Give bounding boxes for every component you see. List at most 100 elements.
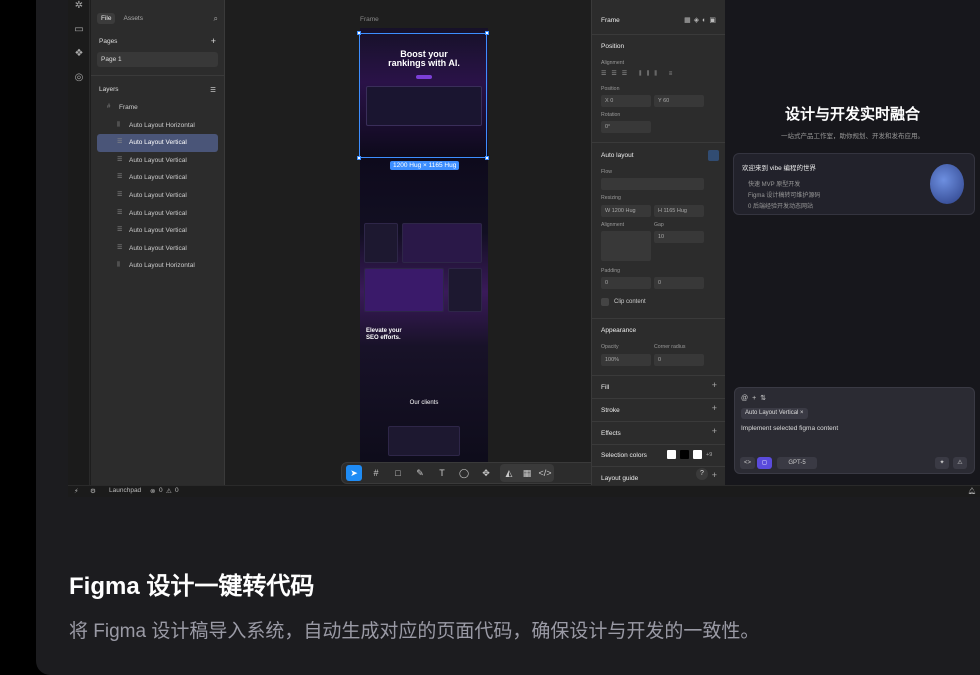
color-swatch[interactable] bbox=[693, 450, 702, 459]
clip-content-checkbox[interactable] bbox=[601, 298, 609, 306]
chat-input-box[interactable]: @+⇅ Auto Layout Vertical × Implement sel… bbox=[734, 387, 975, 474]
tab-file[interactable]: File bbox=[97, 13, 116, 24]
selection-colors-heading: Selection colors bbox=[601, 452, 647, 459]
layer-item[interactable]: ☰ Auto Layout Vertical bbox=[97, 169, 218, 187]
layers-heading: Layers bbox=[99, 86, 119, 93]
y-field[interactable]: Y 60 bbox=[654, 95, 704, 107]
figma-icon[interactable]: ❖ bbox=[73, 48, 85, 60]
screen-icon[interactable]: ▭ bbox=[73, 24, 85, 36]
divider bbox=[592, 444, 726, 445]
layer-item[interactable]: ☰ Auto Layout Vertical bbox=[97, 240, 218, 258]
welcome-title: 欢迎来到 vibe 编程的世界 bbox=[742, 165, 817, 172]
add-layout-guide-icon[interactable]: + bbox=[712, 470, 717, 480]
compass-icon[interactable]: ◎ bbox=[73, 72, 85, 84]
layers-sort-icon[interactable]: ☰ bbox=[210, 86, 216, 94]
frame-tool-icon[interactable]: # bbox=[368, 465, 384, 481]
chat-mode-icon[interactable]: ◻ bbox=[757, 457, 772, 469]
mention-icon[interactable]: @+⇅ bbox=[741, 394, 770, 402]
layer-item[interactable]: ☰ Auto Layout Vertical bbox=[97, 222, 218, 240]
alignment-label: Alignment bbox=[601, 60, 625, 66]
divider bbox=[592, 142, 726, 143]
layer-item-selected[interactable]: ☰ Auto Layout Vertical bbox=[97, 134, 218, 152]
dev-mode-icon[interactable]: </> bbox=[537, 465, 553, 481]
pages-heading: Pages bbox=[99, 38, 118, 45]
pen-tool-icon[interactable]: ✎ bbox=[412, 465, 428, 481]
frame-label[interactable]: Frame bbox=[360, 16, 379, 23]
add-fill-icon[interactable]: + bbox=[712, 380, 717, 390]
frame-dropdown[interactable]: Frame bbox=[601, 17, 620, 24]
component-actions-icon[interactable]: ▦◈◐▣ bbox=[684, 16, 719, 24]
divider bbox=[592, 375, 726, 376]
model-selector[interactable]: GPT-5 bbox=[777, 457, 817, 469]
welcome-card: 欢迎来到 vibe 编程的世界 快速 MVP 原型开发 Figma 设计稿转可维… bbox=[733, 153, 975, 215]
design-frame[interactable]: Boost your rankings with AI. 1200 Hug × … bbox=[357, 28, 489, 483]
remote-icon[interactable]: ⚡ bbox=[74, 487, 79, 495]
context-chip[interactable]: Auto Layout Vertical × bbox=[741, 408, 808, 419]
actions-icon[interactable]: ✥ bbox=[478, 465, 494, 481]
prototype-mode-icon[interactable]: ▦ bbox=[519, 465, 535, 481]
text-tool-icon[interactable]: T bbox=[434, 465, 450, 481]
comment-tool-icon[interactable]: ◯ bbox=[456, 465, 472, 481]
opacity-field[interactable]: 100% bbox=[601, 354, 651, 366]
auto-layout-horizontal-icon: ⫼ bbox=[117, 121, 120, 128]
bell-icon[interactable]: 🔔︎ bbox=[968, 487, 976, 495]
design-canvas[interactable]: Frame Boost your rankings with AI. 1200 … bbox=[226, 0, 609, 485]
page-item[interactable]: Page 1 bbox=[97, 52, 218, 67]
color-swatch[interactable] bbox=[667, 450, 676, 459]
layer-frame[interactable]: # Frame bbox=[97, 99, 218, 117]
resize-handle[interactable] bbox=[357, 156, 361, 160]
mode-switcher: ◭ ▦ </> bbox=[500, 464, 554, 482]
color-swatch[interactable] bbox=[680, 450, 689, 459]
layout-guide-heading: Layout guide bbox=[601, 475, 639, 482]
alignment-buttons[interactable]: ☰☰☰ ⫼⫼⫼ ≡ bbox=[601, 70, 719, 79]
rotation-field[interactable]: 0° bbox=[601, 121, 651, 133]
flow-selector[interactable] bbox=[601, 178, 704, 190]
move-tool-icon[interactable]: ➤ bbox=[346, 465, 362, 481]
padding-vertical-field[interactable]: 0 bbox=[654, 277, 704, 289]
warning-icon[interactable]: ⚠ bbox=[953, 457, 967, 469]
layer-item[interactable]: ☰ Auto Layout Vertical bbox=[97, 187, 218, 205]
add-stroke-icon[interactable]: + bbox=[712, 403, 717, 413]
chat-prompt[interactable]: Implement selected figma content bbox=[741, 425, 838, 432]
width-field[interactable]: W 1200 Hug bbox=[601, 205, 651, 217]
x-field[interactable]: X 0 bbox=[601, 95, 651, 107]
design-mode-icon[interactable]: ◭ bbox=[501, 465, 517, 481]
search-icon[interactable]: ⌕ bbox=[214, 14, 218, 24]
layer-item[interactable]: ☰ Auto Layout Vertical bbox=[97, 152, 218, 170]
magic-icon[interactable]: ✦ bbox=[935, 457, 949, 469]
alignment-label-2: Alignment bbox=[601, 222, 625, 228]
resize-handle[interactable] bbox=[485, 31, 489, 35]
auto-layout-vertical-icon: ☰ bbox=[117, 156, 123, 163]
resize-handle[interactable] bbox=[485, 156, 489, 160]
help-button[interactable]: ? bbox=[696, 468, 708, 480]
layer-item[interactable]: ⫼ Auto Layout Horizontal bbox=[97, 117, 218, 135]
more-colors[interactable]: +9 bbox=[706, 452, 712, 458]
auto-layout-heading: Auto layout bbox=[601, 152, 634, 159]
appearance-heading: Appearance bbox=[601, 327, 637, 334]
padding-horizontal-field[interactable]: 0 bbox=[601, 277, 651, 289]
add-effect-icon[interactable]: + bbox=[712, 426, 717, 436]
launchpad-button[interactable]: Launchpad bbox=[109, 487, 141, 494]
design-card bbox=[402, 223, 482, 263]
auto-layout-horizontal-icon: ⫼ bbox=[117, 262, 120, 269]
welcome-item: 快速 MVP 原型开发 bbox=[748, 182, 801, 188]
layers-panel: File Assets ⌕ Pages + Page 1 Layers ☰ # F… bbox=[91, 0, 225, 485]
resize-handle[interactable] bbox=[357, 31, 361, 35]
warnings-count[interactable]: 0 bbox=[175, 487, 179, 494]
errors-count[interactable]: 0 bbox=[159, 487, 163, 494]
layer-item[interactable]: ⫼ Auto Layout Horizontal bbox=[97, 257, 218, 275]
feature-card: ✲ ▭ ❖ ◎ File Assets ⌕ Pages + Page 1 Lay… bbox=[36, 0, 980, 675]
gap-field[interactable]: 10 bbox=[654, 231, 704, 243]
rectangle-tool-icon[interactable]: □ bbox=[390, 465, 406, 481]
bug-icon[interactable]: ✲ bbox=[73, 0, 85, 12]
alignment-grid[interactable] bbox=[601, 231, 651, 261]
code-icon[interactable]: <> bbox=[740, 457, 755, 469]
opacity-label: Opacity bbox=[601, 344, 619, 350]
divider bbox=[592, 421, 726, 422]
layer-item[interactable]: ☰ Auto Layout Vertical bbox=[97, 205, 218, 223]
tab-assets[interactable]: Assets bbox=[119, 13, 147, 24]
auto-layout-toggle[interactable] bbox=[708, 150, 719, 161]
add-page-icon[interactable]: + bbox=[211, 37, 216, 46]
corner-radius-field[interactable]: 0 bbox=[654, 354, 704, 366]
height-field[interactable]: H 1165 Hug bbox=[654, 205, 704, 217]
